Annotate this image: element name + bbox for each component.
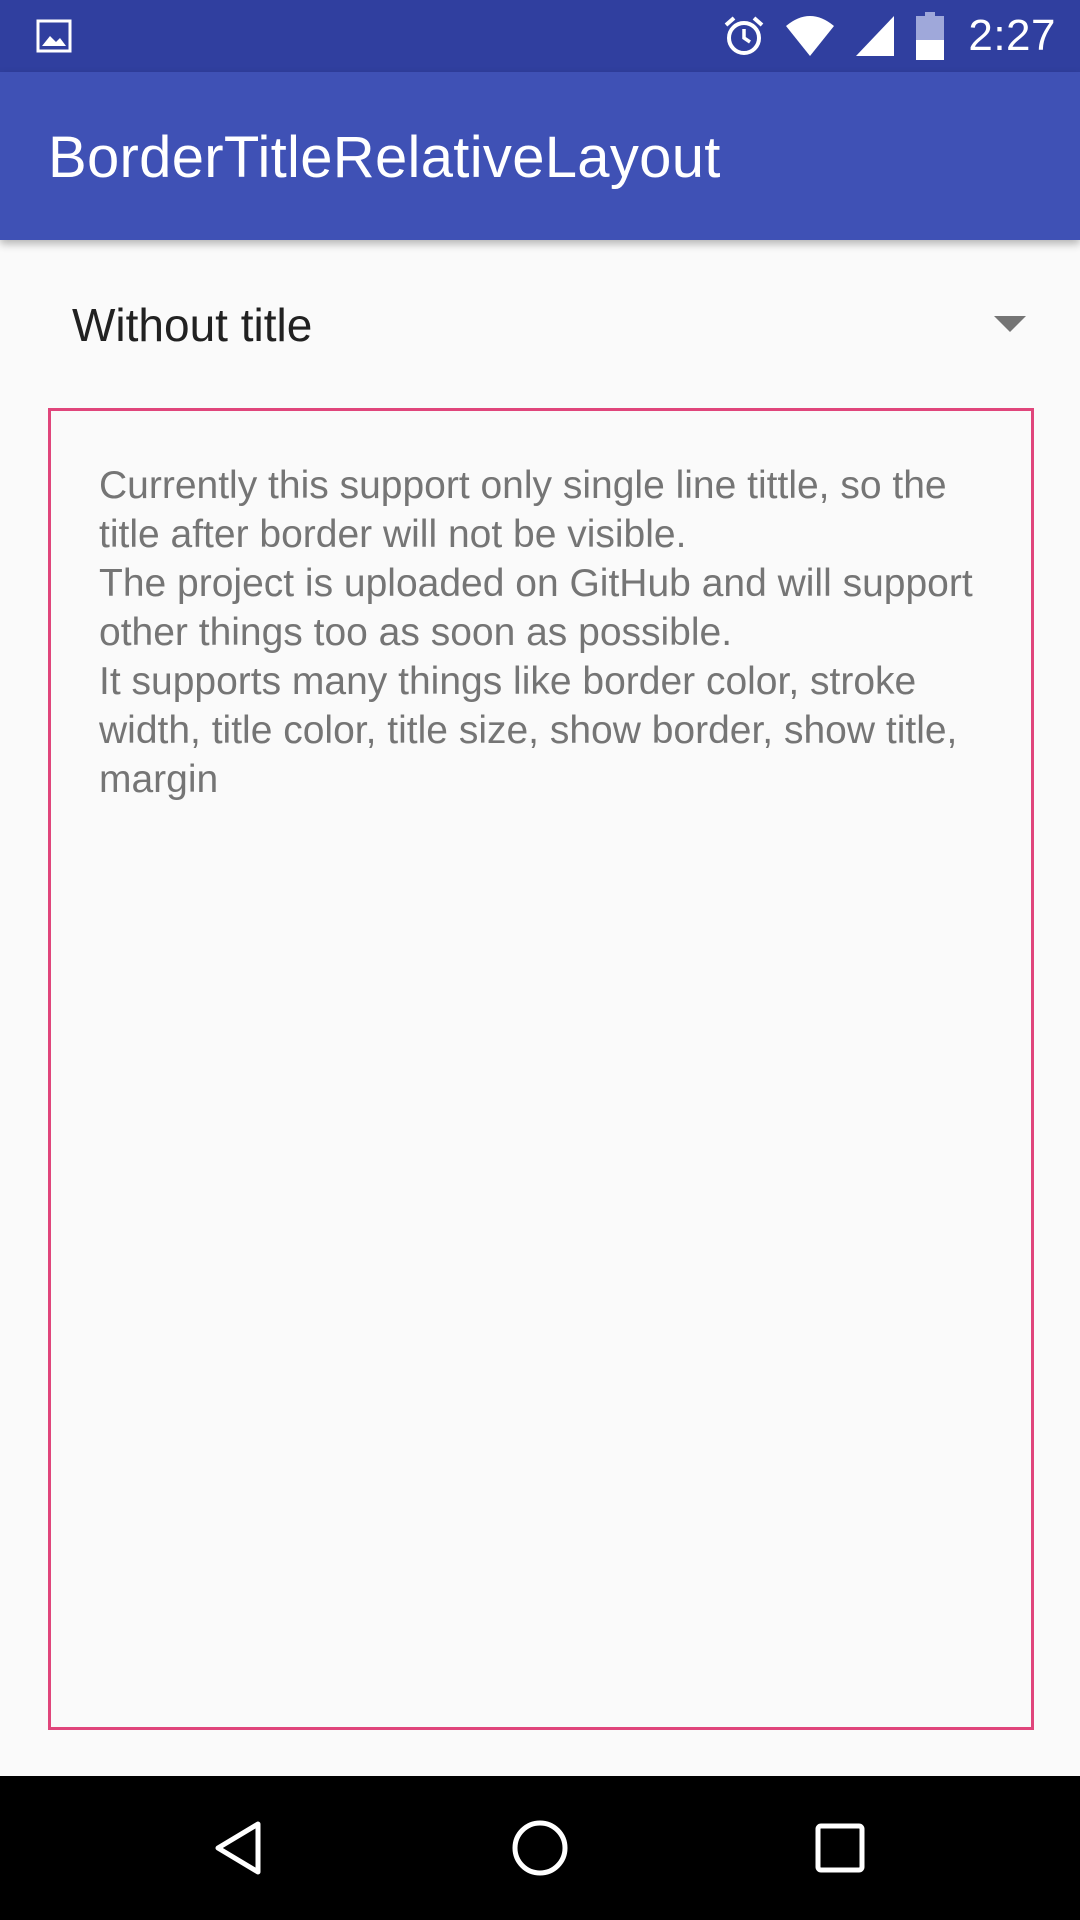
status-bar: 2:27	[0, 0, 1080, 72]
description-text: Currently this support only single line …	[99, 464, 973, 801]
recents-icon[interactable]	[810, 1818, 870, 1878]
back-icon[interactable]	[210, 1818, 270, 1878]
app-title: BorderTitleRelativeLayout	[48, 125, 721, 190]
screen: 2:27 BorderTitleRelativeLayout Without t…	[0, 0, 1080, 1920]
home-icon[interactable]	[510, 1818, 570, 1878]
dropdown-arrow-icon	[994, 316, 1026, 334]
battery-icon	[916, 12, 945, 60]
app-bar: BorderTitleRelativeLayout	[0, 72, 1080, 240]
border-title-layout: Currently this support only single line …	[48, 408, 1034, 1730]
status-time: 2:27	[968, 11, 1056, 60]
navigation-bar	[0, 1776, 1080, 1920]
alarm-icon	[722, 14, 766, 58]
wifi-icon	[784, 14, 836, 58]
spinner-selected-value: Without title	[72, 299, 313, 351]
status-icons: 2:27	[722, 0, 1056, 72]
cell-signal-icon	[854, 14, 898, 58]
title-mode-spinner[interactable]: Without title	[48, 280, 1032, 372]
image-notification-icon	[36, 18, 72, 54]
